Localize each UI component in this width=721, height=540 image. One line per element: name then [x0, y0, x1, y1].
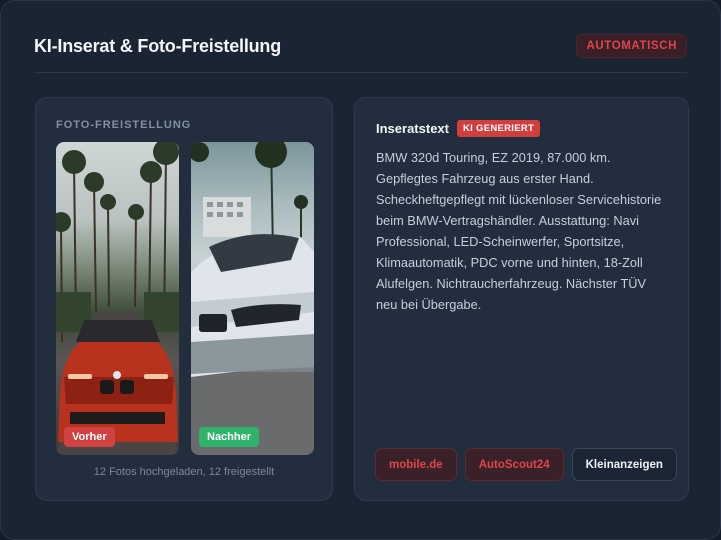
- ad-text-header: Inseratstext KI GENERIERT: [376, 120, 541, 137]
- page-title: KI-Inserat & Foto-Freistellung: [34, 35, 282, 56]
- header: KI-Inserat & Foto-Freistellung AUTOMATIS…: [34, 31, 687, 61]
- autoscout24-button[interactable]: AutoScout24: [464, 448, 564, 481]
- after-photo-image: [191, 142, 314, 455]
- ai-generated-badge: KI GENERIERT: [456, 120, 541, 137]
- ad-text-title: Inseratstext: [376, 121, 449, 136]
- status-badge: AUTOMATISCH: [576, 34, 687, 58]
- before-photo[interactable]: Vorher: [56, 142, 179, 455]
- ad-text-body: BMW 320d Touring, EZ 2019, 87.000 km. Ge…: [376, 150, 662, 312]
- mobile-de-button[interactable]: mobile.de: [375, 448, 457, 481]
- ad-text-panel: Inseratstext KI GENERIERT BMW 320d Touri…: [354, 97, 689, 501]
- photo-section-label: FOTO-FREISTELLUNG: [56, 119, 192, 131]
- before-tag: Vorher: [64, 427, 115, 447]
- photo-caption: 12 Fotos hochgeladen, 12 freigestellt: [93, 466, 275, 478]
- kleinanzeigen-button[interactable]: Kleinanzeigen: [571, 448, 677, 481]
- after-tag: Nachher: [199, 427, 260, 447]
- after-photo[interactable]: Nachher: [191, 142, 314, 455]
- before-photo-image: [56, 142, 179, 455]
- platform-buttons: mobile.de AutoScout24 Kleinanzeigen: [375, 448, 677, 481]
- photo-panel: FOTO-FREISTELLUNG Vorher Nachher 12 Foto…: [35, 97, 333, 501]
- main-card: KI-Inserat & Foto-Freistellung AUTOMATIS…: [0, 0, 721, 540]
- divider: [34, 72, 687, 73]
